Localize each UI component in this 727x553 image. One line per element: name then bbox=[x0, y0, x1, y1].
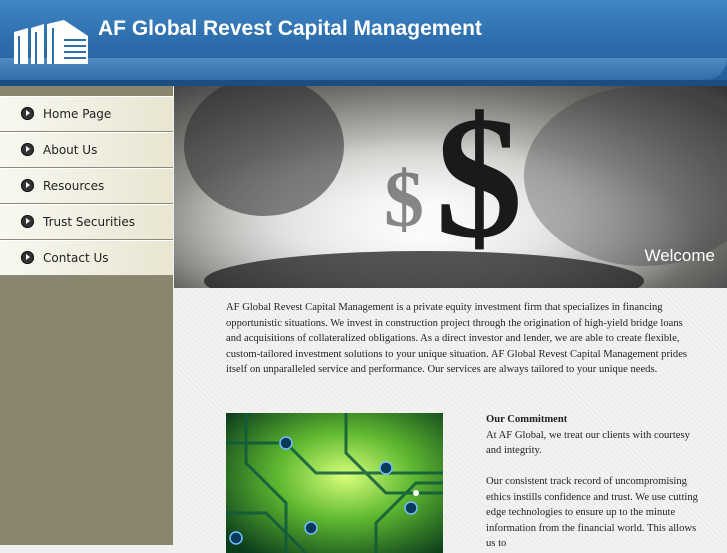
dollar-symbol: $ bbox=[435, 86, 523, 274]
nav-label: Trust Securities bbox=[43, 215, 136, 229]
intro-paragraph: AF Global Revest Capital Management is a… bbox=[226, 302, 688, 375]
nav-label: About Us bbox=[43, 143, 98, 157]
nav-item-resources[interactable]: Resources bbox=[0, 168, 173, 204]
welcome-caption: Welcome bbox=[644, 246, 715, 265]
site-title: AF Global Revest Capital Management bbox=[98, 17, 482, 40]
arrow-bullet-icon bbox=[21, 107, 34, 120]
arrow-bullet-icon bbox=[21, 179, 34, 192]
nav-item-trust-securities[interactable]: Trust Securities bbox=[0, 204, 173, 240]
nav-item-home[interactable]: Home Page bbox=[0, 96, 173, 132]
arrow-bullet-icon bbox=[21, 215, 34, 228]
main-content: AF Global Revest Capital Management is a… bbox=[174, 288, 727, 553]
nav-label: Contact Us bbox=[43, 251, 109, 265]
nav-item-about[interactable]: About Us bbox=[0, 132, 173, 168]
building-icon[interactable] bbox=[14, 20, 88, 64]
header-highlight bbox=[0, 58, 727, 80]
nav-label: Home Page bbox=[43, 107, 112, 121]
commitment-paragraph-2: Our consistent track record of uncomprom… bbox=[486, 476, 698, 549]
main-nav: Home Page About Us Resources Trust Secur… bbox=[0, 96, 173, 276]
sidebar: Home Page About Us Resources Trust Secur… bbox=[0, 86, 173, 545]
commitment-paragraph-1: At AF Global, we treat our clients with … bbox=[486, 429, 690, 457]
commitment-section: Our Commitment At AF Global, we treat ou… bbox=[486, 412, 701, 552]
nav-label: Resources bbox=[43, 179, 105, 193]
arrow-bullet-icon bbox=[21, 251, 34, 264]
hero-banner: $ $ Welcome bbox=[174, 86, 727, 288]
commitment-title: Our Commitment bbox=[486, 414, 568, 425]
site-header: AF Global Revest Capital Management bbox=[0, 0, 727, 86]
arrow-bullet-icon bbox=[21, 143, 34, 156]
circuit-board-image bbox=[226, 413, 443, 553]
nav-item-contact[interactable]: Contact Us bbox=[0, 240, 173, 276]
svg-text:$: $ bbox=[384, 156, 424, 244]
